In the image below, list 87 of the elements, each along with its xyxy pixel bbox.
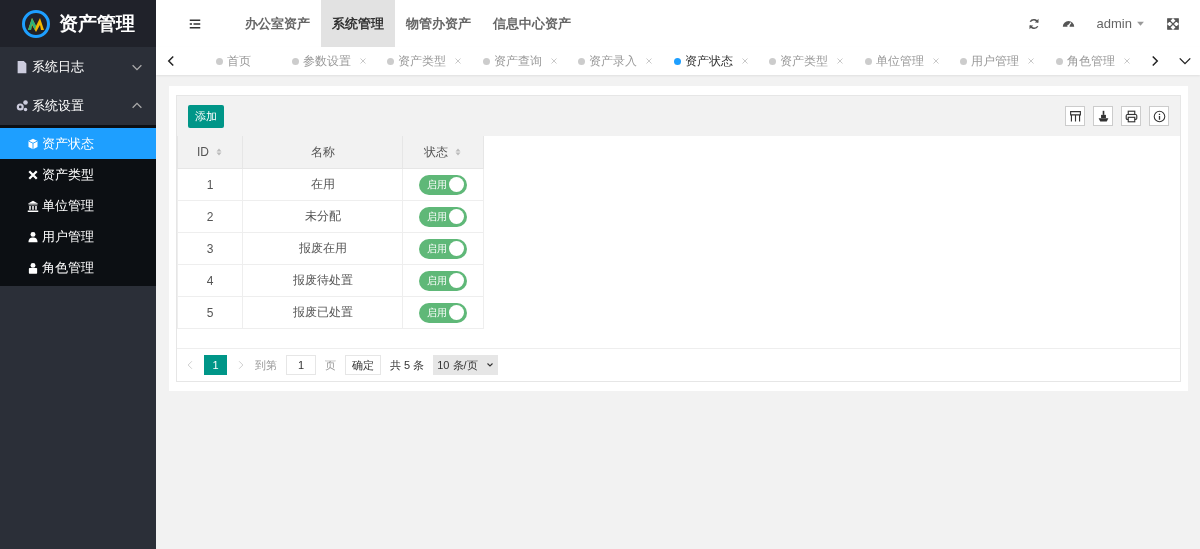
dot-icon — [864, 57, 872, 65]
table-cell: 未分配 — [242, 200, 403, 233]
confirm-button[interactable]: 确定 — [345, 355, 381, 375]
dot-icon — [578, 57, 586, 65]
table-cell: 4 — [177, 264, 243, 297]
info-icon — [1152, 109, 1166, 123]
nav-tab[interactable]: 系统管理 — [321, 0, 395, 47]
columns-icon — [1068, 109, 1082, 123]
close-icon — [1027, 57, 1036, 65]
print-button[interactable] — [1121, 106, 1141, 126]
page-tab[interactable]: 角色管理 — [1045, 52, 1141, 70]
page-number[interactable]: 1 — [204, 355, 227, 375]
file-icon — [15, 59, 29, 74]
close-icon — [549, 57, 558, 65]
page-size-select[interactable]: 10 条/页 — [433, 355, 498, 375]
columns-button[interactable] — [1065, 106, 1085, 126]
dot-icon — [1055, 57, 1063, 65]
sidebar-item[interactable]: 用户管理 — [0, 221, 156, 252]
page-tab[interactable]: 单位管理 — [854, 52, 950, 70]
table-cell: 2 — [177, 200, 243, 233]
table-cell: 报废已处置 — [242, 296, 403, 329]
close-icon — [454, 57, 463, 65]
nav-tab[interactable]: 物管办资产 — [395, 0, 482, 47]
column-header: 名称 — [242, 136, 403, 169]
dot-icon — [960, 57, 968, 65]
bank-icon — [27, 199, 39, 212]
table-cell: 1 — [177, 168, 243, 201]
close-icon — [1122, 57, 1131, 65]
column-header[interactable]: ID — [177, 136, 243, 169]
nav-tab[interactable]: 信息中心资产 — [482, 0, 582, 47]
table-cell: 3 — [177, 232, 243, 265]
table-cell: 5 — [177, 296, 243, 329]
cross-icon — [27, 168, 39, 181]
gears-icon — [15, 98, 29, 113]
column-header[interactable]: 状态 — [402, 136, 484, 169]
total-count: 共 5 条 — [390, 357, 425, 373]
dot-icon — [387, 57, 395, 65]
fullscreen-icon — [1167, 17, 1179, 30]
page-tab[interactable]: 资产状态 — [663, 52, 759, 70]
page-tab[interactable]: 首页 — [186, 52, 282, 70]
close-icon — [358, 57, 367, 65]
goto-label: 到第 — [255, 357, 277, 373]
table-cell: 在用 — [242, 168, 403, 201]
user-menu[interactable]: admin — [1096, 16, 1145, 31]
chevron-left-icon — [185, 360, 195, 370]
logo-icon — [21, 8, 51, 39]
page-tab[interactable]: 参数设置 — [281, 52, 377, 70]
sort-icon — [454, 147, 462, 157]
page-tab[interactable]: 资产查询 — [472, 52, 568, 70]
close-icon — [836, 57, 845, 65]
dot-icon — [769, 57, 777, 65]
chevron-right-icon — [236, 360, 246, 370]
close-icon — [645, 57, 654, 65]
sidebar-group[interactable]: 系统日志 — [0, 47, 156, 86]
cube-icon — [27, 137, 39, 150]
refresh-icon — [1027, 17, 1040, 30]
export-icon — [1096, 109, 1110, 123]
dot-icon — [216, 57, 224, 65]
nav-tab[interactable]: 办公室资产 — [234, 0, 321, 47]
caret-down-icon — [1136, 19, 1145, 28]
page-tab[interactable]: 资产类型 — [377, 52, 473, 70]
page-tab[interactable]: 用户管理 — [950, 52, 1046, 70]
table-cell: 报废待处置 — [242, 264, 403, 297]
sidebar-item[interactable]: 资产类型 — [0, 159, 156, 190]
close-icon — [740, 57, 749, 65]
sort-icon — [215, 147, 223, 157]
sidebar-item[interactable]: 角色管理 — [0, 252, 156, 283]
page-input[interactable]: 1 — [286, 355, 316, 375]
dot-icon — [673, 57, 681, 65]
dot-icon — [291, 57, 299, 65]
sidebar-item[interactable]: 单位管理 — [0, 190, 156, 221]
export-button[interactable] — [1093, 106, 1113, 126]
dot-icon — [482, 57, 490, 65]
print-icon — [1124, 109, 1138, 123]
add-button[interactable]: 添加 — [188, 104, 224, 128]
info-button[interactable] — [1149, 106, 1169, 126]
page-label: 页 — [325, 357, 336, 373]
close-icon — [931, 57, 940, 65]
table-cell: 报废在用 — [242, 232, 403, 265]
page-tab[interactable]: 资产类型 — [759, 52, 855, 70]
app-title: 资产管理 — [59, 11, 135, 36]
user-icon — [27, 230, 39, 243]
sidebar-group[interactable]: 系统设置 — [0, 86, 156, 125]
menu-icon — [189, 17, 201, 30]
chevron-down-icon — [485, 361, 494, 369]
page-tab[interactable]: 资产录入 — [568, 52, 664, 70]
user-lock-icon — [27, 261, 39, 274]
